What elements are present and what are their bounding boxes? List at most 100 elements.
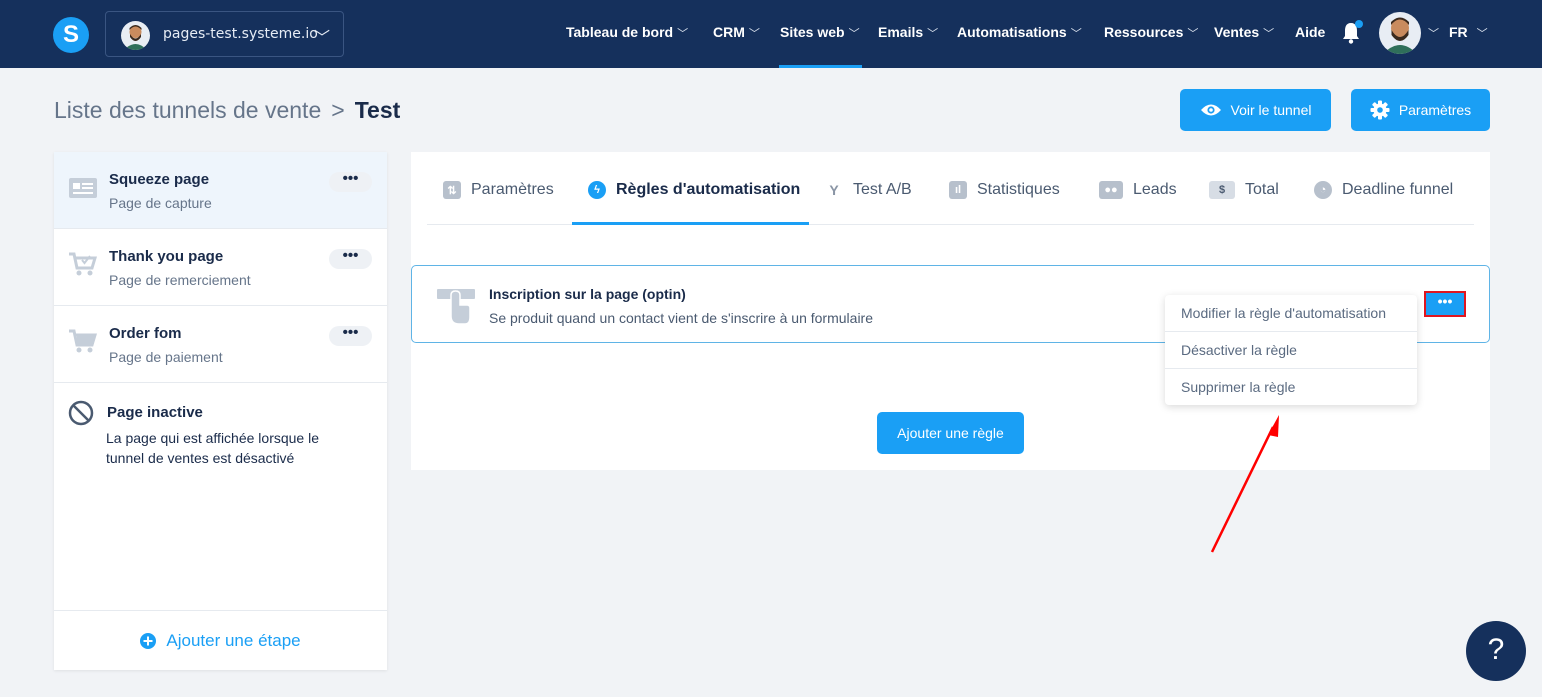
tab-label: Statistiques [977,181,1060,198]
chevron-down-icon: ﹀ [677,28,689,40]
funnel-steps-panel: Squeeze page Page de capture ••• Thank y… [54,152,387,670]
notification-dot [1355,20,1363,28]
gear-icon [1370,100,1390,120]
nav-label: Automatisations [957,24,1067,40]
menu-item-edit-rule[interactable]: Modifier la règle d'automatisation [1165,295,1417,332]
language-selector[interactable]: ﹀ FR ﹀ [1428,24,1488,44]
sliders-icon: ⇅ [443,181,461,199]
nav-label: Aide [1295,24,1326,40]
step-more-button[interactable]: ••• [329,325,372,346]
chevron-down-icon: ﹀ [848,28,860,40]
cart-check-icon [69,252,98,276]
nav-item-emails[interactable]: Emails ﹀ [878,24,938,44]
site-avatar [121,21,150,50]
annotation-arrow [1210,415,1279,553]
step-title: Squeeze page [109,171,210,188]
tab-label: Test A/B [853,181,912,198]
users-icon: ●● [1099,181,1123,199]
tab-regles-automatisation[interactable]: ϟ Règles d'automatisation [588,180,800,200]
tab-leads[interactable]: ●● Leads [1099,180,1177,200]
nav-item-sites-web[interactable]: Sites web ﹀ [780,24,860,44]
tab-total[interactable]: $ Total [1209,180,1279,200]
step-title: Thank you page [109,248,224,265]
step-subtitle: Page de paiement [109,349,223,365]
systeme-logo[interactable]: S [53,17,89,53]
tab-label: Deadline funnel [1342,181,1454,198]
rule-actions-menu: Modifier la règle d'automatisation Désac… [1165,295,1417,405]
bolt-icon: ϟ [588,181,606,199]
nav-item-automatisations[interactable]: Automatisations ﹀ [957,24,1082,44]
site-selector[interactable]: pages-test.systeme.io ﹀ [105,11,344,57]
rule-title: Inscription sur la page (optin) [489,286,686,302]
chevron-down-icon: ﹀ [1263,28,1275,40]
dollar-icon: $ [1209,181,1235,199]
nav-item-dashboard[interactable]: Tableau de bord ﹀ [566,24,688,44]
squeeze-page-icon [69,178,97,198]
menu-item-disable-rule[interactable]: Désactiver la règle [1165,332,1417,369]
nav-item-crm[interactable]: CRM ﹀ [713,24,760,44]
breadcrumb: Liste des tunnels de vente > Test [54,97,400,124]
step-title: Order fom [109,325,182,342]
settings-label: Paramètres [1398,102,1472,118]
menu-item-delete-rule[interactable]: Supprimer la règle [1165,369,1417,406]
step-squeeze-page[interactable]: Squeeze page Page de capture ••• [54,152,387,229]
nav-item-aide[interactable]: Aide [1295,24,1325,44]
nav-label: CRM [713,24,745,40]
inactive-page-title: Page inactive [107,404,203,421]
language-label: FR [1449,24,1468,40]
chevron-down-icon: ﹀ [748,28,760,40]
tab-label: Paramètres [471,181,554,198]
view-funnel-label: Voir le tunnel [1230,102,1312,118]
rule-more-button[interactable]: ••• [1424,291,1466,317]
add-step-label: Ajouter une étape [166,630,301,650]
nav-item-ventes[interactable]: Ventes ﹀ [1214,24,1274,44]
tab-statistiques[interactable]: ıl Statistiques [949,180,1060,200]
breadcrumb-parent[interactable]: Liste des tunnels de vente [54,97,321,123]
nav-item-ressources[interactable]: Ressources ﹀ [1104,24,1198,44]
inactive-page-item[interactable]: Page inactive La page qui est affichée l… [54,384,387,484]
chevron-down-icon: ﹀ [1187,28,1199,40]
top-navigation-bar: S pages-test.systeme.io ﹀ Tableau de bor… [0,0,1542,68]
tab-label: Leads [1133,181,1177,198]
tab-test-ab[interactable]: Y Test A/B [825,180,912,200]
bar-chart-icon: ıl [949,181,967,199]
tab-label: Règles d'automatisation [616,181,801,198]
inactive-page-description: La page qui est affichée lorsque le tunn… [106,430,320,466]
nav-label: Ressources [1104,24,1184,40]
eye-icon [1200,104,1221,116]
breadcrumb-current: Test [354,97,401,123]
step-more-button[interactable]: ••• [329,171,372,192]
chevron-down-icon: ﹀ [1070,28,1082,40]
clock-icon: ◔ [1314,181,1332,199]
step-subtitle: Page de capture [109,195,212,211]
cart-icon [69,329,98,353]
hand-pointer-icon [437,289,475,325]
breadcrumb-separator: > [331,97,345,123]
nav-label: Sites web [780,24,845,40]
nav-active-indicator [779,65,862,68]
chevron-down-icon: ﹀ [314,28,331,47]
tab-parametres[interactable]: ⇅ Paramètres [443,180,554,200]
step-order-form[interactable]: Order fom Page de paiement ••• [54,306,387,383]
step-more-button[interactable]: ••• [329,248,372,269]
plus-circle-icon [140,632,157,649]
tab-label: Total [1245,181,1279,198]
split-icon: Y [829,182,839,198]
nav-label: Tableau de bord [566,24,674,40]
nav-label: Ventes [1214,24,1260,40]
step-subtitle: Page de remerciement [109,272,251,288]
site-name: pages-test.systeme.io [163,26,318,42]
chevron-down-icon: ﹀ [1476,28,1488,40]
step-thank-you-page[interactable]: Thank you page Page de remerciement ••• [54,229,387,306]
add-step-button[interactable]: Ajouter une étape [54,610,387,670]
prohibited-icon [68,400,94,426]
tab-deadline-funnel[interactable]: ◔ Deadline funnel [1314,180,1453,200]
user-avatar[interactable] [1379,12,1421,54]
help-button[interactable]: ? [1466,621,1526,681]
settings-button[interactable]: Paramètres [1351,89,1490,131]
active-tab-indicator [572,222,809,225]
view-funnel-button[interactable]: Voir le tunnel [1180,89,1331,131]
rule-description: Se produit quand un contact vient de s'i… [489,310,874,326]
nav-label: Emails [878,24,924,40]
add-rule-button[interactable]: Ajouter une règle [877,412,1024,454]
